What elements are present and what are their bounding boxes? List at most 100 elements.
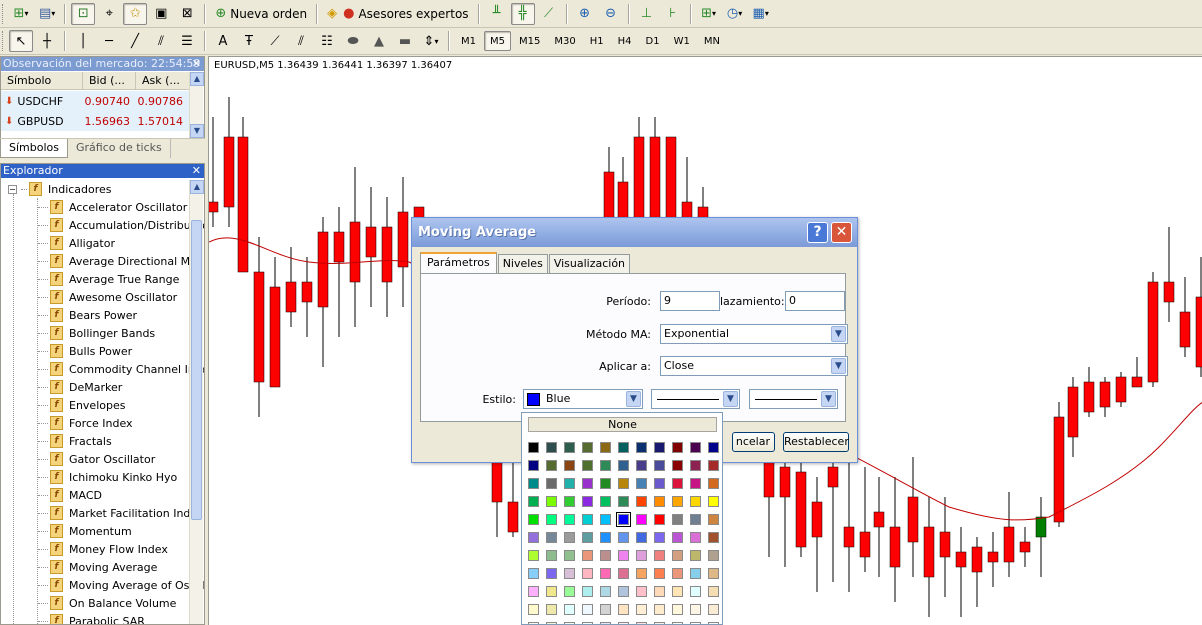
toolbar-grip[interactable] [2,31,5,51]
indicator-item[interactable]: f Momentum [38,522,132,540]
color-cell[interactable] [672,460,683,471]
color-cell[interactable] [564,460,575,471]
apply-to-select[interactable]: Close ▼ [660,356,848,376]
color-cell[interactable] [600,604,611,615]
color-cell[interactable] [636,442,647,453]
color-cell[interactable] [564,514,575,525]
fibonacci-tool[interactable]: ☰ [175,30,199,52]
color-cell[interactable] [690,514,701,525]
color-cell[interactable] [654,550,665,561]
column-header-symbol[interactable]: Símbolo [1,72,83,89]
color-cell[interactable] [528,442,539,453]
color-cell[interactable] [564,442,575,453]
market-watch-toggle[interactable]: ⊡ [71,2,96,25]
color-cell[interactable] [546,604,557,615]
chevron-down-icon[interactable]: ▼ [831,358,846,374]
color-select[interactable]: Blue ▼ [523,389,643,409]
color-cell[interactable] [564,496,575,507]
timeframe-m30-button[interactable]: M30 [548,31,581,51]
timeframe-mn-button[interactable]: MN [698,31,726,51]
color-cell[interactable] [654,532,665,543]
color-cell[interactable] [636,478,647,489]
help-button[interactable]: ? [807,222,828,243]
color-cell[interactable] [690,568,701,579]
indicator-item[interactable]: f Alligator [38,234,115,252]
auto-scroll-button[interactable]: ⊦ [661,3,685,25]
color-cell[interactable] [618,568,629,579]
chevron-down-icon[interactable]: ▼ [723,391,738,407]
color-cell[interactable] [654,460,665,471]
color-cell[interactable] [582,604,593,615]
color-cell[interactable] [672,568,683,579]
none-color-button[interactable]: None [528,417,717,432]
color-cell[interactable] [636,550,647,561]
color-cell[interactable] [690,478,701,489]
color-cell[interactable] [546,514,557,525]
navigator-toggle[interactable]: ✩ [123,2,148,25]
color-cell[interactable] [528,460,539,471]
color-cell[interactable] [618,442,629,453]
color-cell[interactable] [546,568,557,579]
tab-tick-chart[interactable]: Gráfico de ticks [68,139,171,158]
profiles-button[interactable]: ▤ ▾ [35,3,59,25]
color-cell[interactable] [546,460,557,471]
color-cell[interactable] [528,532,539,543]
timeframe-d1-button[interactable]: D1 [640,31,666,51]
color-cell[interactable] [564,586,575,597]
color-cell[interactable] [618,586,629,597]
zoom-in-button[interactable]: ⊕ [573,3,597,25]
color-cell[interactable] [564,532,575,543]
color-cell[interactable] [618,604,629,615]
color-cell[interactable] [636,604,647,615]
timeframe-m5-button[interactable]: M5 [484,31,511,51]
reset-button[interactable]: Restablecer [783,432,849,452]
color-cell[interactable] [600,568,611,579]
cancel-button[interactable]: ncelar [732,432,775,452]
color-cell[interactable] [654,586,665,597]
indicators-button[interactable]: ⊞ ▾ [697,3,721,25]
timeframe-m1-button[interactable]: M1 [455,31,482,51]
color-cell[interactable] [600,586,611,597]
chevron-down-icon[interactable]: ▼ [831,326,846,342]
market-watch-scrollbar[interactable]: ▲ ▼ [189,72,204,138]
color-cell[interactable] [564,604,575,615]
close-icon[interactable]: ✕ [192,57,201,71]
color-cell[interactable] [636,514,647,525]
indicator-item[interactable]: f Parabolic SAR [38,612,145,624]
indicator-item[interactable]: f Force Index [38,414,133,432]
color-cell[interactable] [600,478,611,489]
indicator-item[interactable]: f Accumulation/Distribution [38,216,204,234]
trendline-tool[interactable]: ╱ [123,30,147,52]
indicator-item[interactable]: f Envelopes [38,396,125,414]
toolbar-grip[interactable] [2,3,5,24]
indicator-item[interactable]: f Average True Range [38,270,179,288]
equidistant-channel-tool[interactable]: ⫽ [149,30,173,52]
timeframe-h1-button[interactable]: H1 [584,31,610,51]
color-cell[interactable] [672,514,683,525]
color-cell[interactable] [618,460,629,471]
fibo-fan-tool[interactable]: ⟋ [263,30,287,52]
indicator-item[interactable]: f DeMarker [38,378,122,396]
color-cell[interactable] [582,442,593,453]
color-cell[interactable] [708,604,719,615]
collapse-icon[interactable]: − [8,184,17,194]
color-cell[interactable] [690,442,701,453]
color-cell[interactable] [690,550,701,561]
color-cell[interactable] [708,478,719,489]
market-row[interactable]: ⬇ GBPUSD 1.56963 1.57014 [1,111,189,131]
indicator-item[interactable]: f Gator Oscillator [38,450,155,468]
close-icon[interactable]: ✕ [192,164,201,178]
text-label-tool[interactable]: Ŧ [237,30,261,52]
crosshair-tool[interactable]: ┼ [35,30,59,52]
period-input[interactable]: 9 [660,291,720,311]
indicator-item[interactable]: f Bulls Power [38,342,132,360]
color-cell[interactable] [546,478,557,489]
color-cell[interactable] [582,550,593,561]
scroll-down-icon[interactable]: ▼ [190,124,204,138]
color-cell[interactable] [546,550,557,561]
color-cell[interactable] [690,532,701,543]
color-cell[interactable] [690,496,701,507]
color-cell[interactable] [600,442,611,453]
zoom-out-button[interactable]: ⊖ [599,3,623,25]
indicator-item[interactable]: f Fractals [38,432,112,450]
